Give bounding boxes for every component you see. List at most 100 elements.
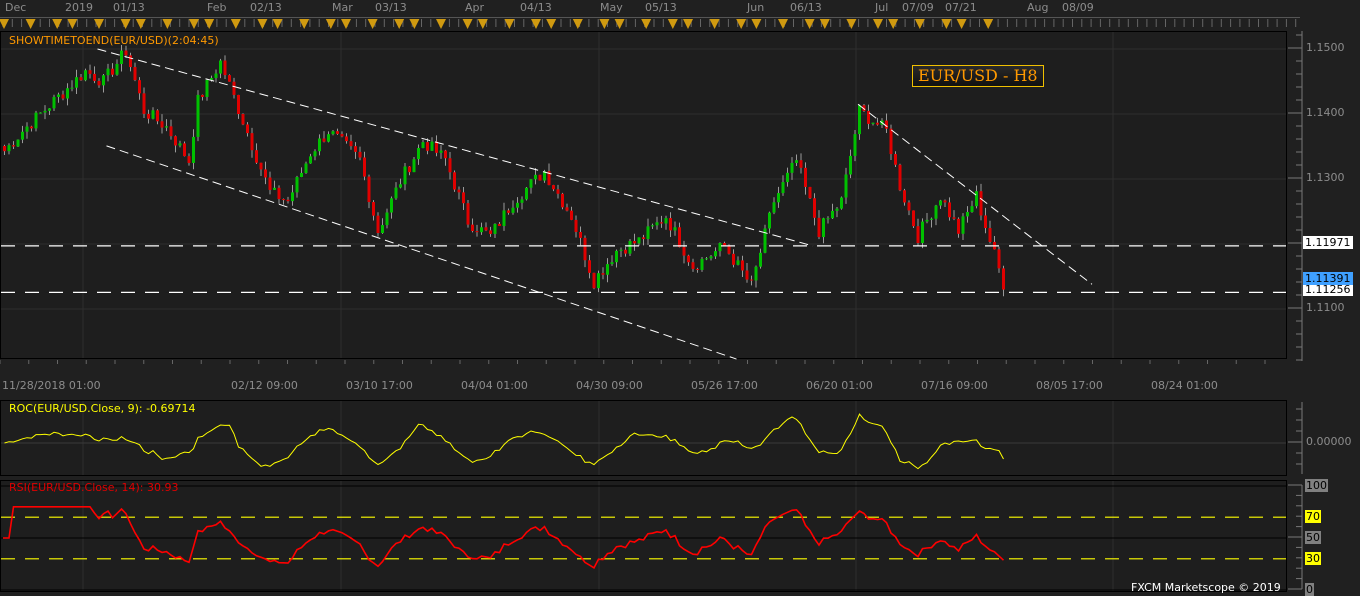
- candle: [3, 145, 6, 152]
- candle: [475, 231, 479, 233]
- candle: [169, 126, 173, 137]
- rsi-tick-label: 70: [1305, 510, 1321, 523]
- date-tick-label: 11/28/2018 01:00: [2, 379, 101, 392]
- candle: [520, 199, 524, 203]
- price-tick-label: 1.1100: [1306, 301, 1345, 314]
- candle: [273, 187, 276, 190]
- candle: [786, 172, 789, 183]
- candle: [592, 272, 596, 289]
- candle: [750, 279, 753, 281]
- candle: [232, 81, 236, 95]
- candle: [579, 231, 582, 238]
- top-axis-label: Apr: [465, 1, 485, 14]
- candle: [574, 219, 578, 232]
- candle: [327, 134, 330, 142]
- candle: [930, 218, 933, 220]
- candle: [997, 249, 1001, 269]
- candle: [799, 160, 803, 168]
- candle: [453, 172, 456, 190]
- rsi-panel[interactable]: RSI(EUR/USD.Close, 14): 30.93 FXCM Marke…: [0, 480, 1287, 594]
- candle: [633, 240, 636, 244]
- candle: [192, 136, 195, 163]
- event-marker-icon: [462, 19, 473, 29]
- trendline: [97, 48, 814, 247]
- candle: [340, 133, 344, 137]
- top-axis-label: Jul: [875, 1, 889, 14]
- candle: [727, 245, 731, 254]
- candle: [106, 68, 110, 76]
- price-chart-panel[interactable]: SHOWTIMETOEND(EUR/USD)(2:04:45) EUR/USD …: [0, 31, 1287, 360]
- candle: [408, 166, 411, 173]
- candle: [871, 122, 875, 124]
- candle: [336, 131, 339, 134]
- event-marker-icon: [204, 19, 215, 29]
- event-marker-icon: [846, 19, 857, 29]
- candle: [156, 110, 159, 122]
- candle: [795, 160, 798, 163]
- candle: [268, 177, 272, 190]
- candle: [241, 114, 245, 125]
- date-tick-label: 08/24 01:00: [1151, 379, 1218, 392]
- event-marker-icon: [778, 19, 788, 29]
- candle: [111, 68, 114, 75]
- event-marker-icon: [67, 19, 78, 29]
- event-marker-strip[interactable]: [0, 17, 1300, 31]
- roc-tick-label: 0.00000: [1306, 435, 1352, 448]
- top-axis-label: Jun: [747, 1, 765, 14]
- candle: [835, 208, 839, 211]
- candle: [457, 189, 461, 193]
- candle: [102, 75, 105, 86]
- event-marker-icon: [135, 19, 146, 29]
- candle: [588, 260, 591, 273]
- candle: [52, 96, 56, 109]
- trendline: [106, 145, 737, 360]
- candle: [952, 217, 956, 219]
- candle: [840, 197, 843, 209]
- roc-panel[interactable]: ROC(EUR/USD.Close, 9): -0.69714: [0, 400, 1287, 476]
- candle: [831, 210, 834, 219]
- candle: [943, 200, 947, 203]
- chart-title-box: EUR/USD - H8: [912, 65, 1044, 87]
- candle: [718, 243, 722, 252]
- event-marker-icon: [941, 19, 952, 29]
- candle: [354, 146, 357, 152]
- candle: [138, 80, 141, 94]
- candle: [606, 264, 609, 275]
- candle: [570, 210, 573, 220]
- candle: [948, 202, 951, 218]
- candle: [736, 260, 740, 265]
- event-marker-icon: [436, 19, 446, 29]
- candle: [597, 273, 600, 289]
- candle: [129, 55, 132, 68]
- current-price-label: 1.11391: [1303, 272, 1353, 285]
- candle: [885, 120, 888, 129]
- candle: [435, 141, 438, 153]
- event-marker-icon: [614, 19, 625, 29]
- top-axis-label: 06/13: [790, 1, 822, 14]
- candle: [246, 124, 249, 134]
- candle: [471, 224, 474, 232]
- candle: [88, 70, 92, 74]
- price-tick-label: 1.1300: [1306, 171, 1345, 184]
- candle: [444, 150, 447, 159]
- candle: [507, 210, 510, 213]
- candle: [646, 226, 650, 239]
- event-marker-icon: [25, 19, 36, 29]
- candle: [205, 79, 209, 97]
- candle: [358, 151, 362, 158]
- candle: [120, 50, 123, 64]
- candle: [219, 60, 222, 74]
- candle: [304, 163, 308, 173]
- top-axis-label: 03/13: [375, 1, 407, 14]
- candle: [97, 80, 101, 86]
- candle: [448, 158, 452, 173]
- candle: [822, 218, 825, 238]
- candle: [214, 73, 218, 79]
- candle: [705, 258, 708, 260]
- top-axis-label: 07/21: [945, 1, 977, 14]
- candle: [165, 126, 168, 128]
- candle: [732, 253, 735, 265]
- date-tick-label: 04/04 01:00: [461, 379, 528, 392]
- candle: [21, 131, 24, 140]
- event-marker-icon: [0, 19, 9, 29]
